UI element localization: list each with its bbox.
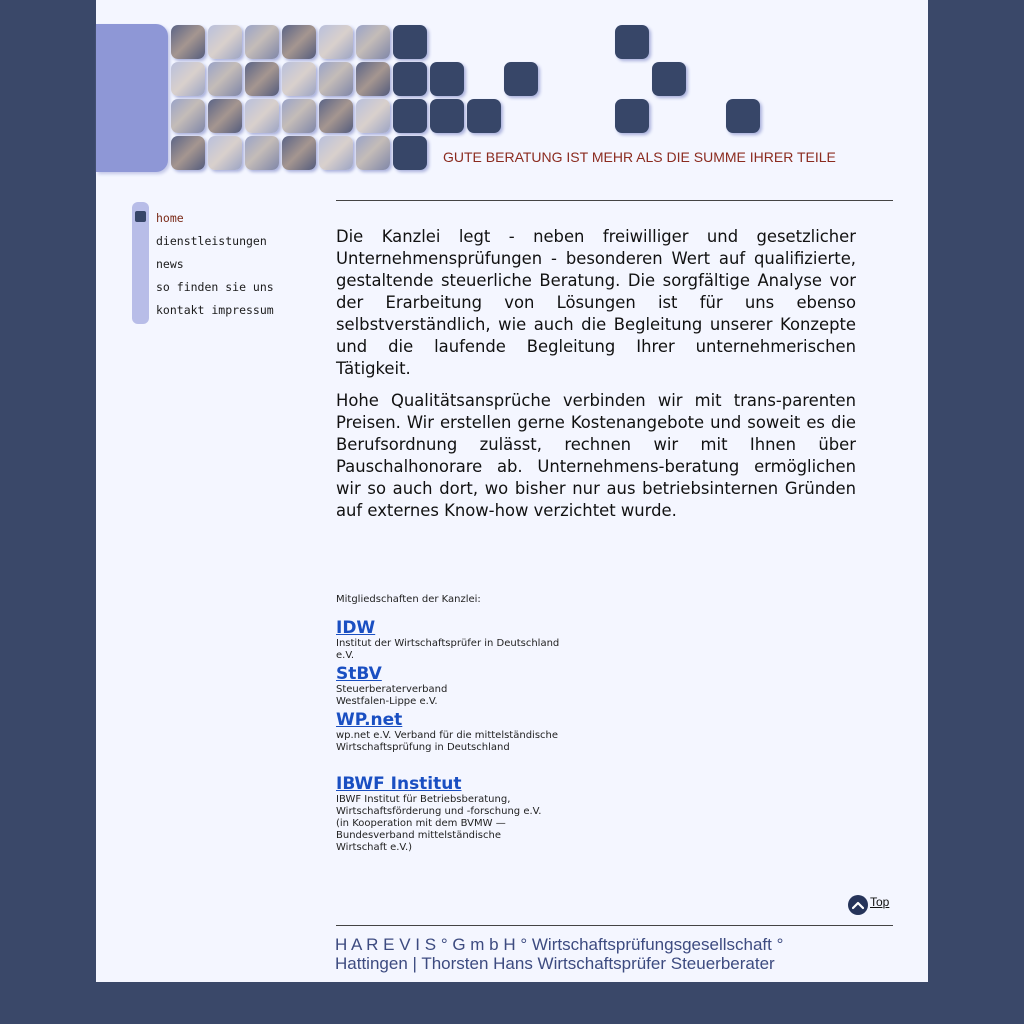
header-tile xyxy=(726,99,760,133)
header-tile xyxy=(319,62,353,96)
membership-item: WP.net wp.net e.V. Verband für die mitte… xyxy=(336,710,596,754)
membership-description: wp.net e.V. Verband für die mittelständi… xyxy=(336,730,559,753)
main-content: Die Kanzlei legt - neben freiwilliger un… xyxy=(336,226,856,532)
header-tile xyxy=(393,136,427,170)
nav-item-home[interactable]: home xyxy=(156,210,274,233)
header-tile xyxy=(208,25,242,59)
header-tile xyxy=(245,136,279,170)
header-tile xyxy=(652,62,686,96)
nav-item-kontakt-impressum[interactable]: kontakt impressum xyxy=(156,302,274,325)
header-tile xyxy=(171,136,205,170)
header-accent-bar xyxy=(96,24,168,172)
membership-link-idw[interactable]: IDW xyxy=(336,618,596,638)
memberships-title: Mitgliedschaften der Kanzlei: xyxy=(336,594,481,605)
header-tile xyxy=(393,25,427,59)
footer-text: H A R E V I S ° G m b H ° Wirtschaftsprü… xyxy=(335,935,784,973)
header-tile xyxy=(282,136,316,170)
content-paragraph-2: Hohe Qualitätsansprüche verbinden wir mi… xyxy=(336,391,856,520)
header-tile xyxy=(356,25,390,59)
main-navigation: home dienstleistungen news so finden sie… xyxy=(156,210,274,325)
membership-item: IBWF Institut IBWF Institut für Betriebs… xyxy=(336,774,596,854)
header-tile xyxy=(467,99,501,133)
nav-item-news[interactable]: news xyxy=(156,256,274,279)
header-tile xyxy=(282,62,316,96)
header-tile xyxy=(171,25,205,59)
header-tile xyxy=(208,62,242,96)
footer-divider xyxy=(336,925,893,926)
membership-link-ibwf[interactable]: IBWF Institut xyxy=(336,774,596,794)
back-to-top-label: Top xyxy=(870,895,890,909)
content-paragraph-1: Die Kanzlei legt - neben freiwilliger un… xyxy=(336,227,856,378)
header-tile xyxy=(615,99,649,133)
nav-active-marker-icon xyxy=(135,211,146,222)
header-tile xyxy=(393,62,427,96)
header-tile xyxy=(319,136,353,170)
header-tile xyxy=(430,99,464,133)
nav-item-dienstleistungen[interactable]: dienstleistungen xyxy=(156,233,274,256)
header-tile xyxy=(356,99,390,133)
chevron-up-icon xyxy=(848,895,868,915)
header-tile xyxy=(245,25,279,59)
header-tile xyxy=(319,25,353,59)
header-tile xyxy=(171,99,205,133)
header-tile xyxy=(208,136,242,170)
header-tile xyxy=(208,99,242,133)
header-tile xyxy=(282,25,316,59)
header-tile xyxy=(430,62,464,96)
header-tile xyxy=(171,62,205,96)
membership-item: IDW Institut der Wirtschaftsprüfer in De… xyxy=(336,618,596,662)
page-container: GUTE BERATUNG IST MEHR ALS DIE SUMME IHR… xyxy=(96,0,928,982)
header-tile xyxy=(319,99,353,133)
header-tile xyxy=(615,25,649,59)
nav-item-so-finden-sie-uns[interactable]: so finden sie uns xyxy=(156,279,274,302)
membership-item: StBV Steuerberaterverband Westfalen-Lipp… xyxy=(336,664,596,708)
membership-link-stbv[interactable]: StBV xyxy=(336,664,596,684)
top-divider xyxy=(336,200,893,201)
header-tile xyxy=(282,99,316,133)
header-tile xyxy=(245,62,279,96)
header-tile xyxy=(356,62,390,96)
membership-description: IBWF Institut für Betriebsberatung, Wirt… xyxy=(336,794,542,853)
header-slogan: GUTE BERATUNG IST MEHR ALS DIE SUMME IHR… xyxy=(443,149,836,165)
header-tile xyxy=(245,99,279,133)
back-to-top-link[interactable]: Top xyxy=(848,895,889,915)
header-tile xyxy=(356,136,390,170)
membership-link-wpnet[interactable]: WP.net xyxy=(336,710,596,730)
membership-description: Institut der Wirtschaftsprüfer in Deutsc… xyxy=(336,638,560,661)
membership-description: Steuerberaterverband Westfalen-Lippe e.V… xyxy=(336,684,448,707)
header-tile xyxy=(393,99,427,133)
header-tile xyxy=(504,62,538,96)
